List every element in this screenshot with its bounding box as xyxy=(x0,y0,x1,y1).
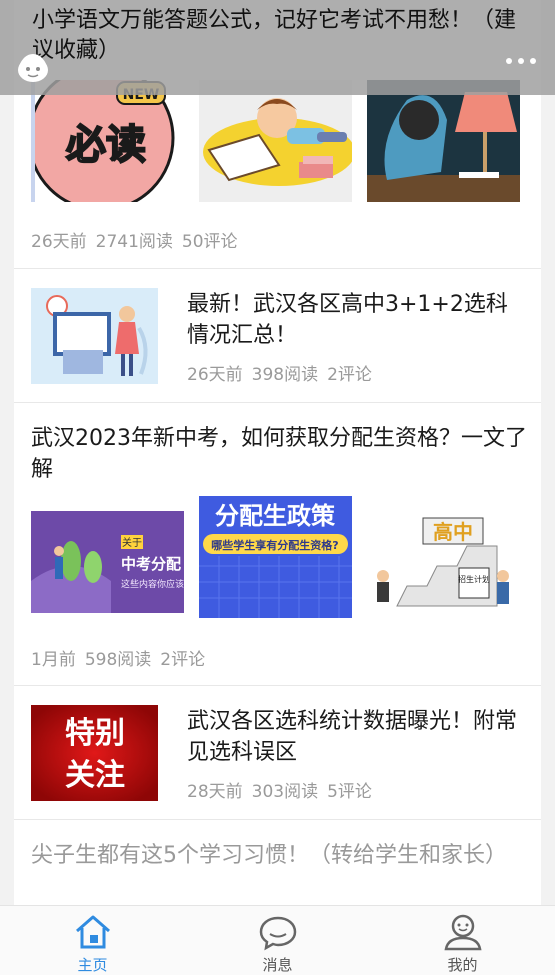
svg-text:关于: 关于 xyxy=(122,536,142,549)
tab-me-label: 我的 xyxy=(447,956,478,974)
tab-home[interactable]: 主页 xyxy=(0,906,185,975)
article-comments: 50评论 xyxy=(181,232,238,252)
tab-messages[interactable]: 消息 xyxy=(185,906,370,975)
article-title: 武汉各区选科统计数据曝光！附常见选科误区 xyxy=(187,709,518,765)
article-card[interactable]: 最新！武汉各区高中3+1+2选科情况汇总！ 26天前 398阅读 2评论 xyxy=(14,269,541,402)
article-thumbnail-high-school: 高中 招生计划 xyxy=(367,506,520,616)
tab-messages-label: 消息 xyxy=(262,956,293,974)
article-meta: 28天前 303阅读 5评论 xyxy=(187,777,381,802)
article-thumbnail-zhongkao: 关于 中考分配 这些内容你应该 xyxy=(31,511,184,613)
article-title: 尖子生都有这5个学习习惯！（转给学生和家长） xyxy=(31,843,507,868)
svg-text:这些内容你应该: 这些内容你应该 xyxy=(121,578,184,590)
article-thumbnail-reading-boy xyxy=(199,80,352,202)
article-time: 1月前 xyxy=(31,650,76,670)
message-bubble-icon xyxy=(259,916,296,951)
article-card[interactable]: 特别 关注 武汉各区选科统计数据曝光！附常见选科误区 28天前 303阅读 5评论 xyxy=(14,686,541,819)
svg-text:分配生政策: 分配生政策 xyxy=(215,502,336,530)
svg-text:必读: 必读 xyxy=(66,122,146,168)
article-reads: 2741阅读 xyxy=(95,232,173,252)
tab-me[interactable]: 我的 xyxy=(370,906,555,975)
article-comments: 2评论 xyxy=(160,650,206,670)
article-time: 26天前 xyxy=(187,365,243,385)
article-reads: 398阅读 xyxy=(251,365,319,385)
svg-text:关注: 关注 xyxy=(65,758,125,793)
article-thumbnail-special-attention: 特别 关注 xyxy=(31,705,158,801)
article-meta: 26天前 398阅读 2评论 xyxy=(187,360,381,385)
article-reads: 303阅读 xyxy=(251,782,319,802)
svg-text:哪些学生享有分配生资格?: 哪些学生享有分配生资格? xyxy=(211,538,338,552)
svg-text:高中: 高中 xyxy=(433,520,473,544)
article-time: 28天前 xyxy=(187,782,243,802)
article-comments: 5评论 xyxy=(327,782,372,802)
user-profile-icon xyxy=(444,914,481,951)
article-meta: 26天前 2741阅读 50评论 xyxy=(31,227,247,252)
home-icon xyxy=(75,915,110,949)
svg-text:招生计划: 招生计划 xyxy=(458,574,490,584)
article-title: 最新！武汉各区高中3+1+2选科情况汇总！ xyxy=(187,292,508,348)
article-thumbnail-policy: 分配生政策 哪些学生享有分配生资格? xyxy=(199,496,352,618)
article-card[interactable]: 武汉2023年新中考，如何获取分配生资格？一文了解 关于 中考分配 这些内容你应… xyxy=(14,403,541,685)
child-face-icon[interactable] xyxy=(14,50,52,84)
article-meta: 1月前 598阅读 2评论 xyxy=(31,645,214,670)
article-thumbnail-must-read: NEW 必读 xyxy=(31,80,184,202)
svg-text:特别: 特别 xyxy=(65,716,125,751)
svg-text:中考分配: 中考分配 xyxy=(121,555,181,573)
divider xyxy=(14,819,541,820)
article-feed: NEW 必读 26天前 2741阅读 50评论 最新！武汉各区高中3+1+2选科… xyxy=(14,0,541,905)
article-comments: 2评论 xyxy=(327,365,372,385)
header-title: 小学语文万能答题公式，记好它考试不用愁！（建议收藏） xyxy=(32,8,517,63)
article-thumbnail-studying-lamp xyxy=(367,80,520,202)
more-dots-icon[interactable] xyxy=(505,55,537,67)
article-reads: 598阅读 xyxy=(84,650,152,670)
tab-home-label: 主页 xyxy=(77,956,108,974)
article-time: 26天前 xyxy=(31,232,87,252)
article-overlay-header[interactable]: 小学语文万能答题公式，记好它考试不用愁！（建议收藏） xyxy=(0,0,555,95)
bottom-tab-bar: 主页 消息 我的 xyxy=(0,905,555,975)
article-title: 武汉2023年新中考，如何获取分配生资格？一文了解 xyxy=(31,426,527,482)
article-thumbnail-teacher xyxy=(31,288,158,384)
